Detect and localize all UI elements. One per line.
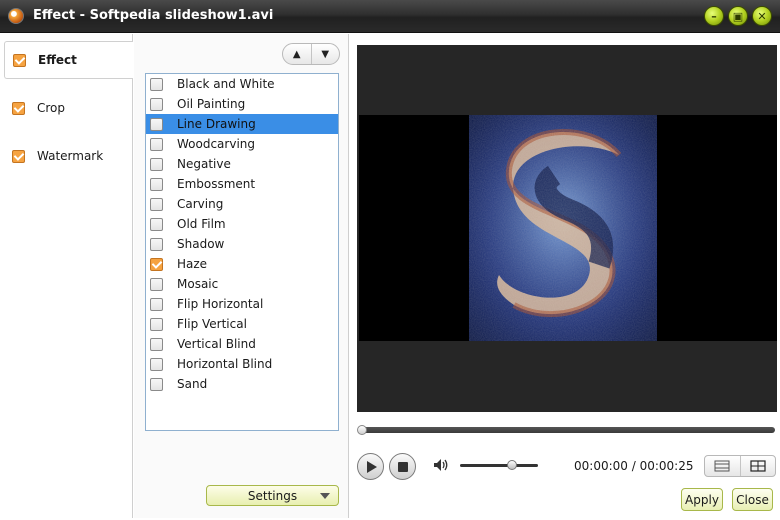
chevron-down-icon: [320, 493, 330, 499]
effect-label: Shadow: [177, 237, 225, 251]
settings-dropdown[interactable]: Settings: [206, 485, 339, 506]
effect-label: Flip Vertical: [177, 317, 247, 331]
preview-image: [469, 115, 657, 341]
app-icon: [8, 8, 24, 24]
seek-handle[interactable]: [357, 425, 367, 435]
stop-icon: [397, 461, 408, 472]
video-preview: [357, 45, 777, 412]
nav-checkbox-crop[interactable]: [12, 101, 25, 115]
effect-checkbox[interactable]: [150, 137, 163, 151]
seek-bar[interactable]: [357, 425, 777, 435]
apply-button[interactable]: Apply: [681, 488, 723, 511]
view-original-icon: [714, 460, 730, 472]
effect-item[interactable]: Old Film: [146, 214, 338, 234]
effect-item[interactable]: Haze: [146, 254, 338, 274]
effect-label: Horizontal Blind: [177, 357, 273, 371]
effect-checkbox[interactable]: [150, 97, 163, 111]
effect-checkbox[interactable]: [150, 317, 163, 331]
minimize-icon: –: [711, 9, 717, 23]
play-button[interactable]: [357, 453, 384, 480]
minimize-button[interactable]: –: [704, 6, 724, 26]
effect-label: Woodcarving: [177, 137, 256, 151]
seek-track[interactable]: [361, 427, 775, 433]
volume-slider[interactable]: [460, 464, 538, 467]
effect-label: Mosaic: [177, 277, 219, 291]
triangle-down-icon: ▼: [321, 48, 330, 60]
effect-label: Sand: [177, 377, 208, 391]
effect-label: Vertical Blind: [177, 337, 256, 351]
effect-item[interactable]: Horizontal Blind: [146, 354, 338, 374]
order-buttons: ▲ ▼: [282, 43, 340, 65]
effect-label: Haze: [177, 257, 208, 271]
effect-item[interactable]: Vertical Blind: [146, 334, 338, 354]
effect-checkbox[interactable]: [150, 217, 163, 231]
nav-label-crop: Crop: [37, 101, 66, 115]
close-window-button[interactable]: ✕: [752, 6, 772, 26]
effect-list: Black and White Oil Painting Line Drawing W…: [145, 73, 339, 431]
effect-label: Old Film: [177, 217, 226, 231]
effect-item[interactable]: Woodcarving: [146, 134, 338, 154]
settings-label: Settings: [247, 488, 298, 503]
effect-item[interactable]: Negative: [146, 154, 338, 174]
effect-checkbox[interactable]: [150, 117, 163, 131]
view-original-button[interactable]: [705, 456, 740, 476]
effect-checkbox[interactable]: [150, 157, 163, 171]
effect-label: Oil Painting: [177, 97, 246, 111]
left-nav: Effect Crop Watermark: [0, 34, 133, 518]
effect-item[interactable]: Carving: [146, 194, 338, 214]
play-icon: [367, 460, 377, 473]
speaker-icon[interactable]: [433, 458, 449, 472]
nav-item-crop[interactable]: Crop: [4, 89, 133, 127]
maximize-button[interactable]: ▣: [728, 6, 748, 26]
effect-item[interactable]: Shadow: [146, 234, 338, 254]
stop-button[interactable]: [389, 453, 416, 480]
move-down-button[interactable]: ▼: [310, 44, 340, 64]
volume-handle[interactable]: [506, 460, 517, 470]
effect-label: Flip Horizontal: [177, 297, 264, 311]
effect-label: Line Drawing: [177, 117, 256, 131]
effect-checkbox[interactable]: [150, 177, 163, 191]
effect-checkbox[interactable]: [150, 237, 163, 251]
nav-label-watermark: Watermark: [37, 149, 104, 163]
effect-item[interactable]: Sand: [146, 374, 338, 394]
effect-checkbox[interactable]: [150, 377, 163, 391]
nav-checkbox-effect[interactable]: [13, 53, 26, 67]
effect-checkbox[interactable]: [150, 277, 163, 291]
effect-checkbox[interactable]: [150, 357, 163, 371]
timecode: 00:00:00 / 00:00:25: [574, 459, 694, 473]
effects-panel: ▲ ▼ Black and White Oil Painting Line Draw…: [134, 34, 349, 518]
effect-item[interactable]: Mosaic: [146, 274, 338, 294]
effect-item[interactable]: Flip Vertical: [146, 314, 338, 334]
nav-label-effect: Effect: [38, 53, 77, 67]
window-title: Effect - Softpedia slideshow1.avi: [33, 8, 274, 23]
title-bar: Effect - Softpedia slideshow1.avi – ▣ ✕: [0, 0, 780, 33]
maximize-icon: ▣: [732, 9, 744, 23]
nav-item-effect[interactable]: Effect: [4, 41, 133, 79]
move-up-button[interactable]: ▲: [283, 44, 311, 64]
effect-checkbox[interactable]: [150, 297, 163, 311]
effect-item[interactable]: Line Drawing: [146, 114, 338, 134]
effect-label: Embossment: [177, 177, 256, 191]
effect-item[interactable]: Oil Painting: [146, 94, 338, 114]
nav-checkbox-watermark[interactable]: [12, 149, 25, 163]
effect-checkbox[interactable]: [150, 257, 163, 271]
view-fit-button[interactable]: [739, 456, 776, 476]
effect-item[interactable]: Embossment: [146, 174, 338, 194]
view-fit-icon: [750, 460, 766, 472]
triangle-up-icon: ▲: [292, 48, 301, 60]
effect-label: Negative: [177, 157, 231, 171]
effect-checkbox[interactable]: [150, 337, 163, 351]
effect-checkbox[interactable]: [150, 77, 163, 91]
video-frame: [359, 115, 777, 341]
effect-label: Carving: [177, 197, 224, 211]
effect-label: Black and White: [177, 77, 275, 91]
view-mode-group: [704, 455, 776, 477]
effect-item[interactable]: Black and White: [146, 74, 338, 94]
close-icon: ✕: [757, 9, 767, 23]
close-button[interactable]: Close: [732, 488, 773, 511]
effect-item[interactable]: Flip Horizontal: [146, 294, 338, 314]
nav-item-watermark[interactable]: Watermark: [4, 137, 133, 175]
effect-checkbox[interactable]: [150, 197, 163, 211]
